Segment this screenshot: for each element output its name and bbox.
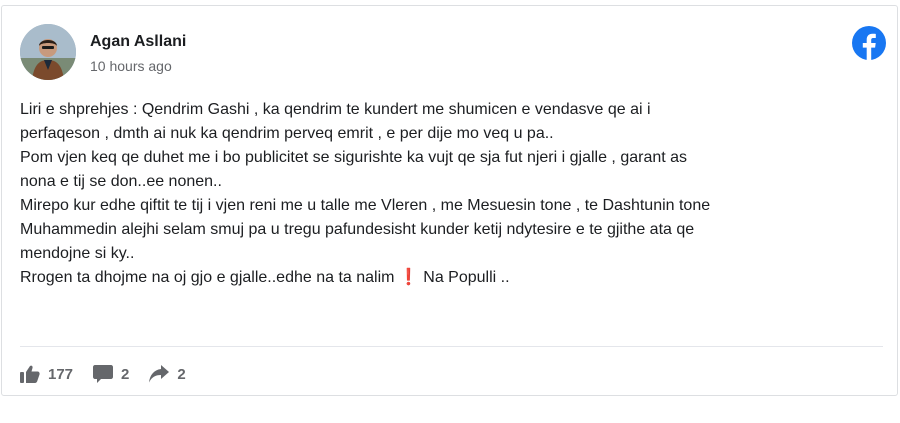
post-text-line: mendojne si ky.. — [20, 245, 135, 262]
avatar[interactable] — [20, 24, 76, 80]
like-count-button[interactable]: 177 — [20, 365, 73, 383]
comment-icon — [93, 365, 114, 383]
post-text-line: nona e tij se don..ee nonen.. — [20, 173, 222, 190]
post-body: Liri e shprehjes : Qendrim Gashi , ka qe… — [20, 98, 880, 290]
post-text-line: perfaqeson , dmth ai nuk ka qendrim perv… — [20, 125, 554, 142]
post-timestamp[interactable]: 10 hours ago — [90, 58, 172, 74]
post-text-line: Muhammedin alejhi selam smuj pa u tregu … — [20, 221, 695, 238]
like-icon — [20, 365, 40, 383]
share-icon — [149, 365, 170, 383]
facebook-logo-icon[interactable] — [852, 26, 886, 60]
comment-count: 2 — [121, 365, 130, 383]
post-text-line: Rrogen ta dhojme na oj gjo e gjalle..edh… — [20, 269, 510, 286]
share-count: 2 — [177, 365, 186, 383]
comment-count-button[interactable]: 2 — [93, 365, 129, 383]
footer-divider — [20, 346, 883, 347]
post-text-line: Pom vjen keq qe duhet me i bo publicitet… — [20, 149, 688, 166]
post-text-line: Liri e shprehjes : Qendrim Gashi , ka qe… — [20, 101, 651, 118]
share-count-button[interactable]: 2 — [149, 365, 186, 383]
post-text-line: Mirepo kur edhe qiftit te tij i vjen ren… — [20, 197, 711, 214]
post-header: Agan Asllani 10 hours ago — [20, 24, 890, 82]
author-name[interactable]: Agan Asllani — [90, 33, 186, 51]
post-footer: 177 2 2 — [20, 362, 206, 386]
post-card: Agan Asllani 10 hours ago Liri e shprehj… — [1, 5, 898, 396]
like-count: 177 — [48, 365, 74, 383]
